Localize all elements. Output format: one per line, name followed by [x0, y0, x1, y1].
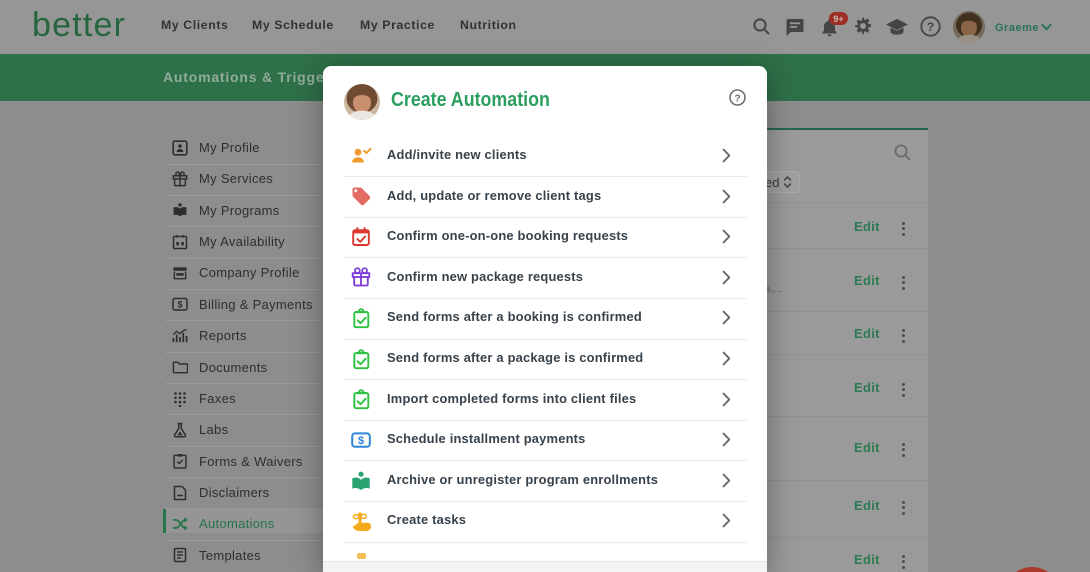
svg-text:?: ? — [734, 93, 740, 104]
svg-text:$: $ — [358, 435, 364, 447]
svg-text:$: $ — [177, 300, 182, 310]
svg-text:?: ? — [927, 20, 934, 34]
svg-text:9+: 9+ — [833, 14, 843, 24]
